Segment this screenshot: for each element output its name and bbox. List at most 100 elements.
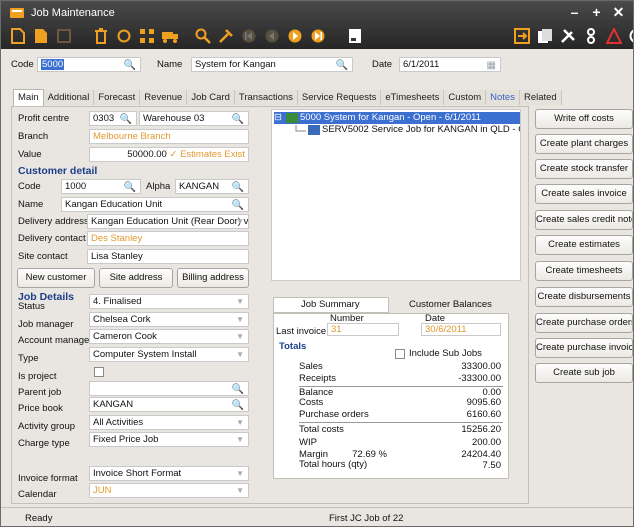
search-icon[interactable] bbox=[194, 27, 212, 45]
help-icon[interactable]: ? bbox=[628, 27, 633, 45]
chevron-down-icon[interactable]: ▼ bbox=[236, 330, 244, 343]
sales-value: 33300.00 bbox=[461, 361, 501, 372]
type-field[interactable]: Computer System Install ▼ bbox=[89, 347, 249, 362]
lookup-icon[interactable]: 🔍 bbox=[124, 59, 136, 71]
invoice-format-field[interactable]: Invoice Short Format ▼ bbox=[89, 466, 249, 481]
lookup-icon[interactable]: 🔍 bbox=[124, 181, 136, 193]
create-purchase-invoice-button[interactable]: Create purchase invoice bbox=[535, 338, 633, 358]
tab-additional[interactable]: Additional bbox=[43, 90, 95, 105]
refresh-icon[interactable] bbox=[115, 27, 133, 45]
lookup-icon[interactable]: 🔍 bbox=[336, 59, 348, 71]
job-manager-field[interactable]: Chelsea Cork ▼ bbox=[89, 312, 249, 327]
customer-code-field[interactable]: 1000 🔍 bbox=[61, 179, 141, 194]
collapse-icon[interactable]: ⊟ bbox=[274, 112, 282, 124]
create-disbursements-button[interactable]: Create disbursements bbox=[535, 287, 633, 307]
charge-type-field[interactable]: Fixed Price Job ▼ bbox=[89, 432, 249, 447]
chevron-down-icon[interactable]: ▼ bbox=[236, 313, 244, 326]
site-address-button[interactable]: Site address bbox=[99, 268, 173, 288]
site-contact-field[interactable]: Lisa Stanley bbox=[87, 249, 249, 264]
chevron-down-icon[interactable]: ▼ bbox=[236, 467, 244, 480]
last-record-icon[interactable] bbox=[309, 27, 327, 45]
hierarchy-icon[interactable] bbox=[138, 27, 156, 45]
create-purchase-orders-button[interactable]: Create purchase orders bbox=[535, 313, 633, 333]
documents-icon[interactable] bbox=[536, 27, 554, 45]
tab-job-card[interactable]: Job Card bbox=[187, 90, 235, 105]
tab-related[interactable]: Related bbox=[519, 90, 562, 105]
branch-label: Branch bbox=[18, 131, 49, 142]
status-field[interactable]: 4. Finalised ▼ bbox=[89, 294, 249, 309]
quick-search-icon[interactable] bbox=[217, 27, 235, 45]
chevron-down-icon[interactable]: ▼ bbox=[236, 433, 244, 446]
new-record-icon[interactable] bbox=[9, 27, 27, 45]
tab-service-requests[interactable]: Service Requests bbox=[297, 90, 382, 105]
create-stock-transfer-button[interactable]: Create stock transfer bbox=[535, 159, 633, 179]
name-field[interactable]: System for Kangan 🔍 bbox=[191, 57, 353, 72]
lookup-icon[interactable]: 🔍 bbox=[120, 113, 132, 125]
create-sales-credit-note-button[interactable]: Create sales credit note bbox=[535, 210, 633, 230]
delete-icon[interactable] bbox=[92, 27, 110, 45]
delivery-contact-field[interactable]: Des Stanley bbox=[87, 231, 249, 246]
write-off-costs-button[interactable]: Write off costs bbox=[535, 109, 633, 129]
calendar-label: Calendar bbox=[18, 489, 57, 500]
tab-etimesheets[interactable]: eTimesheets bbox=[381, 90, 445, 105]
tools-icon[interactable] bbox=[559, 27, 577, 45]
tree-item-label: 5000 System for Kangan - Open - 6/1/2011 bbox=[300, 112, 481, 123]
activity-group-field[interactable]: All Activities ▼ bbox=[89, 415, 249, 430]
export-icon[interactable] bbox=[513, 27, 531, 45]
create-plant-charges-button[interactable]: Create plant charges bbox=[535, 134, 633, 154]
invoice-format-label: Invoice format bbox=[18, 473, 78, 484]
lookup-icon[interactable]: 🔍 bbox=[232, 383, 244, 395]
calendar-field[interactable]: JUN ▼ bbox=[89, 483, 249, 498]
account-manager-field[interactable]: Cameron Cook ▼ bbox=[89, 329, 249, 344]
billing-address-button[interactable]: Billing address bbox=[177, 268, 249, 288]
customer-name-field[interactable]: Kangan Education Unit 🔍 bbox=[61, 197, 249, 212]
include-sub-jobs-label: Include Sub Jobs bbox=[409, 348, 482, 359]
truck-icon[interactable] bbox=[161, 27, 179, 45]
close-icon[interactable]: ✕ bbox=[610, 5, 627, 20]
tab-custom[interactable]: Custom bbox=[444, 90, 487, 105]
chevron-down-icon[interactable]: ▼ bbox=[236, 484, 244, 497]
profit-centre-field[interactable]: 0303 🔍 bbox=[89, 111, 137, 126]
chevron-down-icon[interactable]: ▼ bbox=[236, 416, 244, 429]
parent-job-field[interactable]: 🔍 bbox=[89, 381, 249, 396]
save-icon[interactable] bbox=[55, 27, 73, 45]
tab-main[interactable]: Main bbox=[13, 89, 44, 106]
create-estimates-button[interactable]: Create estimates bbox=[535, 235, 633, 255]
include-sub-jobs-checkbox[interactable] bbox=[395, 349, 405, 359]
value-field[interactable]: 50000.00 ✓ Estimates Exist bbox=[89, 147, 249, 162]
tab-customer-balances[interactable]: Customer Balances bbox=[409, 299, 492, 311]
lookup-icon[interactable]: 🔍 bbox=[232, 113, 244, 125]
maximize-icon[interactable]: + bbox=[588, 5, 605, 20]
chevron-down-icon[interactable]: ▼ bbox=[236, 295, 244, 308]
open-record-icon[interactable] bbox=[32, 27, 50, 45]
notes-icon[interactable] bbox=[346, 27, 364, 45]
create-timesheets-button[interactable]: Create timesheets bbox=[535, 261, 633, 281]
code-field[interactable]: 5000 🔍 bbox=[37, 57, 141, 72]
tab-transactions[interactable]: Transactions bbox=[234, 90, 298, 105]
calendar-icon[interactable]: ▦ bbox=[487, 59, 496, 71]
lookup-icon[interactable]: 🔍 bbox=[232, 199, 244, 211]
warehouse-field[interactable]: Warehouse 03 🔍 bbox=[139, 111, 249, 126]
lookup-icon[interactable]: 🔍 bbox=[232, 181, 244, 193]
branch-field[interactable]: Melbourne Branch bbox=[89, 129, 249, 144]
tab-revenue[interactable]: Revenue bbox=[140, 90, 188, 105]
chevron-down-icon[interactable]: ▼ bbox=[236, 348, 244, 361]
tab-forecast[interactable]: Forecast bbox=[94, 90, 141, 105]
previous-record-icon[interactable] bbox=[263, 27, 281, 45]
first-record-icon[interactable] bbox=[240, 27, 258, 45]
new-customer-button[interactable]: New customer bbox=[17, 268, 95, 288]
minimize-icon[interactable]: – bbox=[566, 5, 583, 20]
create-sub-job-button[interactable]: Create sub job bbox=[535, 363, 633, 383]
alpha-field[interactable]: KANGAN 🔍 bbox=[175, 179, 249, 194]
create-sales-invoice-button[interactable]: Create sales invoice bbox=[535, 184, 633, 204]
delivery-address-field[interactable]: Kangan Education Unit (Rear Door) via ▼ bbox=[87, 214, 249, 229]
price-book-field[interactable]: KANGAN 🔍 bbox=[89, 397, 249, 412]
link-icon[interactable] bbox=[582, 27, 600, 45]
date-field[interactable]: 6/1/2011 ▦ bbox=[399, 57, 501, 72]
is-project-checkbox[interactable] bbox=[94, 367, 104, 377]
tab-notes[interactable]: Notes bbox=[486, 90, 520, 105]
chevron-down-icon[interactable]: ▼ bbox=[236, 215, 244, 228]
alert-icon[interactable] bbox=[605, 27, 623, 45]
lookup-icon[interactable]: 🔍 bbox=[232, 399, 244, 411]
next-record-icon[interactable] bbox=[286, 27, 304, 45]
